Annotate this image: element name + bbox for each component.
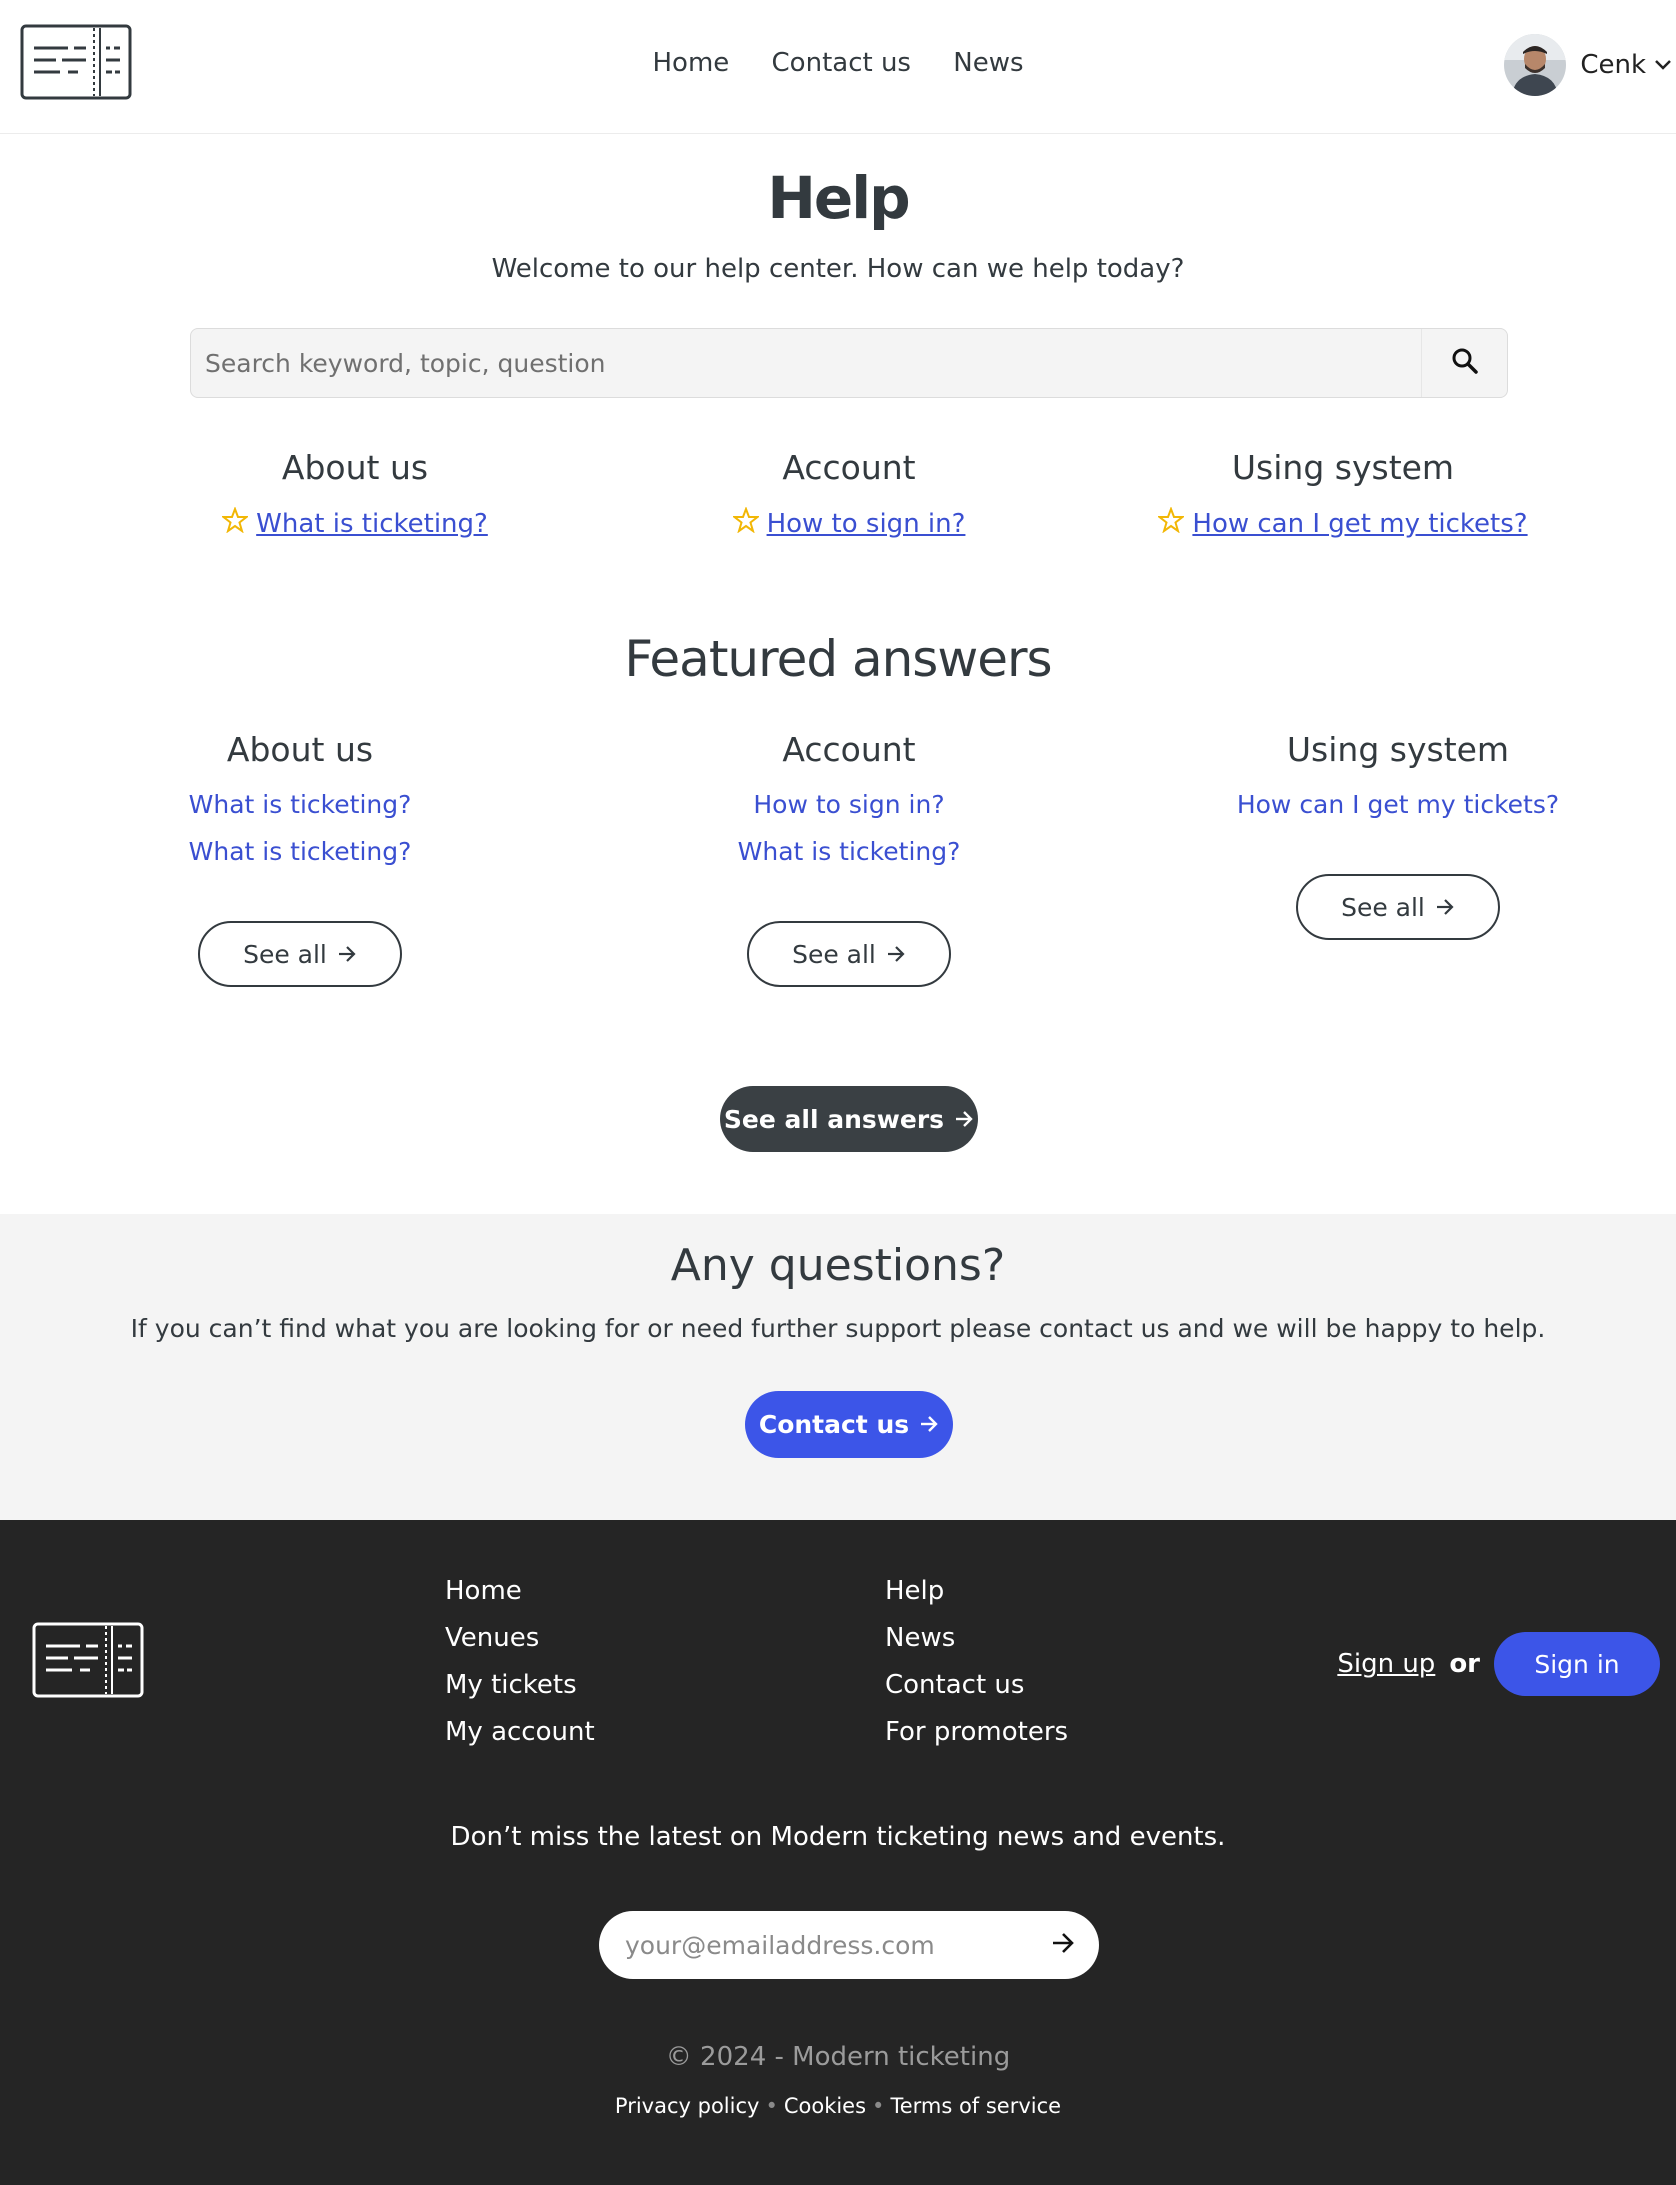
page-subtitle: Welcome to our help center. How can we h… [491, 254, 1185, 284]
see-all-button[interactable]: See all [747, 921, 951, 987]
arrow-right-icon [954, 1105, 974, 1134]
featured-column-account: Account How to sign in? What is ticketin… [649, 730, 1049, 987]
logo-icon[interactable] [32, 1622, 144, 1698]
avatar[interactable] [1504, 34, 1567, 96]
footer-link-venues[interactable]: Venues [445, 1623, 539, 1653]
separator-dot: • [765, 2094, 778, 2118]
page-title: Help [767, 164, 910, 232]
arrow-right-icon [337, 940, 357, 969]
contact-us-button[interactable]: Contact us [745, 1391, 953, 1458]
see-all-button[interactable]: See all [198, 921, 402, 987]
contact-us-label: Contact us [758, 1410, 910, 1439]
footer-link-contact-us[interactable]: Contact us [885, 1670, 1024, 1700]
newsletter-submit-button[interactable] [1047, 1929, 1079, 1961]
search-bar [190, 328, 1508, 398]
star-icon [731, 506, 760, 540]
separator-dot: • [872, 2094, 885, 2118]
see-all-answers-button[interactable]: See all answers [720, 1086, 978, 1152]
star-icon [1156, 506, 1186, 540]
chevron-down-icon[interactable] [1654, 56, 1672, 75]
category-title: Account [782, 448, 916, 487]
copyright: © 2024 - Modern ticketing [665, 2042, 1011, 2072]
category-link[interactable]: What is ticketing? [256, 509, 488, 539]
arrow-right-icon [1051, 1932, 1075, 1958]
see-all-button[interactable]: See all [1296, 874, 1500, 940]
or-text: or [1449, 1649, 1480, 1679]
auth-actions: Sign up or Sign in [1337, 1632, 1660, 1696]
category-link[interactable]: How to sign in? [767, 509, 966, 539]
search-input[interactable] [191, 329, 1421, 397]
sign-up-link[interactable]: Sign up [1337, 1649, 1435, 1679]
main-nav: Home Contact us News [0, 48, 1676, 78]
quick-category-system: Using system How can I get my tickets? [1063, 448, 1623, 540]
footer-link-home[interactable]: Home [445, 1576, 522, 1606]
arrow-right-icon [919, 1410, 939, 1439]
quick-category-about: About us What is ticketing? [75, 448, 635, 540]
featured-link[interactable]: What is ticketing? [189, 837, 412, 866]
featured-column-system: Using system How can I get my tickets? S… [1198, 730, 1598, 940]
questions-text: If you can’t find what you are looking f… [130, 1314, 1546, 1343]
category-title: About us [281, 448, 429, 487]
featured-column-about: About us What is ticketing? What is tick… [100, 730, 500, 987]
featured-column-title: About us [226, 730, 374, 769]
questions-title: Any questions? [670, 1240, 1006, 1291]
category-link[interactable]: How can I get my tickets? [1192, 509, 1527, 539]
featured-column-title: Using system [1286, 730, 1510, 769]
search-icon [1451, 347, 1479, 379]
sign-in-button[interactable]: Sign in [1494, 1632, 1660, 1696]
featured-link[interactable]: How to sign in? [753, 790, 944, 819]
arrow-right-icon [886, 940, 906, 969]
see-all-answers-label: See all answers [723, 1104, 945, 1134]
see-all-label: See all [1341, 892, 1425, 922]
see-all-label: See all [792, 939, 876, 969]
user-name[interactable]: Cenk [1580, 50, 1646, 80]
site-footer: Home Venues My tickets My account Help N… [0, 1520, 1676, 2185]
footer-link-for-promoters[interactable]: For promoters [885, 1717, 1068, 1747]
quick-category-account: Account How to sign in? [569, 448, 1129, 540]
footer-link-my-tickets[interactable]: My tickets [445, 1670, 577, 1700]
category-title: Using system [1231, 448, 1455, 487]
nav-contact-us[interactable]: Contact us [772, 48, 911, 78]
arrow-right-icon [1435, 893, 1455, 922]
footer-link-news[interactable]: News [885, 1623, 955, 1653]
nav-news[interactable]: News [953, 48, 1023, 78]
footer-nav-col-1: Home Venues My tickets My account [445, 1568, 595, 1756]
site-header: Home Contact us News Cenk [0, 0, 1676, 134]
featured-link[interactable]: What is ticketing? [189, 790, 412, 819]
newsletter-form [599, 1911, 1099, 1979]
featured-link[interactable]: What is ticketing? [738, 837, 961, 866]
user-menu[interactable]: Cenk [1504, 32, 1676, 98]
footer-link-help[interactable]: Help [885, 1576, 944, 1606]
category-link-row: How can I get my tickets? [1063, 506, 1623, 540]
cookies-link[interactable]: Cookies [784, 2094, 866, 2118]
star-icon [220, 506, 250, 540]
terms-of-service-link[interactable]: Terms of service [890, 2094, 1061, 2118]
featured-link[interactable]: How can I get my tickets? [1237, 790, 1559, 819]
see-all-label: See all [243, 939, 327, 969]
privacy-policy-link[interactable]: Privacy policy [615, 2094, 760, 2118]
category-link-row: What is ticketing? [75, 506, 635, 540]
search-button[interactable] [1421, 329, 1507, 397]
footer-link-my-account[interactable]: My account [445, 1717, 595, 1747]
nav-home[interactable]: Home [652, 48, 729, 78]
email-field[interactable] [599, 1911, 1019, 1979]
footer-nav-col-2: Help News Contact us For promoters [885, 1568, 1068, 1756]
featured-column-title: Account [782, 730, 916, 769]
category-link-row: How to sign in? [569, 506, 1129, 540]
featured-title: Featured answers [624, 630, 1052, 688]
legal-links: Privacy policy • Cookies • Terms of service [0, 2094, 1676, 2118]
newsletter-text: Don’t miss the latest on Modern ticketin… [450, 1822, 1226, 1852]
